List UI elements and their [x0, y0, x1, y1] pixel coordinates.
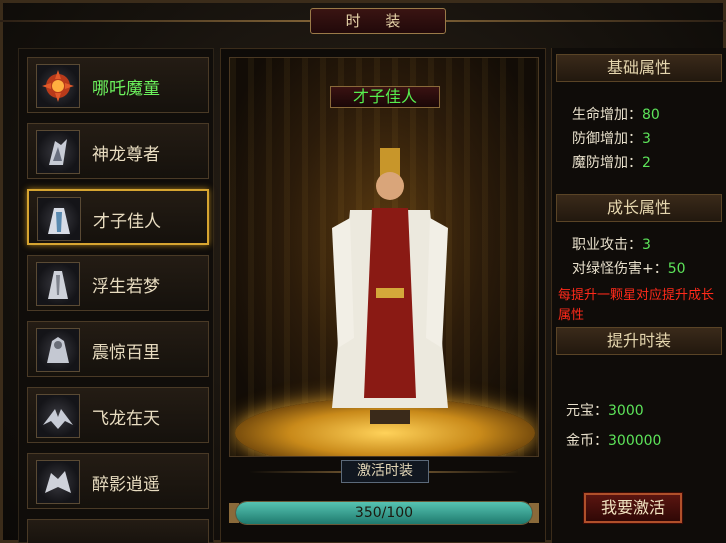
character-stage: 才子佳人: [229, 57, 539, 457]
stat-defense: 防御增加：3: [572, 131, 651, 147]
attribute-panel: 基础属性 生命增加：80 防御增加：3 魔防增加：2 成长属性 职业攻击：3 对…: [551, 48, 726, 543]
progress-bar: 350/100: [235, 501, 533, 525]
preview-panel: 才子佳人 激活时装 350/100: [220, 48, 546, 543]
stat-green-monster-damage: 对绿怪伤害+：50: [572, 261, 686, 277]
outfit-item-fusheng[interactable]: 浮生若梦: [27, 255, 209, 311]
stat-magic-defense: 魔防增加：2: [572, 155, 651, 171]
outfit-item-zhenjing[interactable]: 震惊百里: [27, 321, 209, 377]
cost-gold: 金币：300000: [566, 433, 662, 449]
stat-class-attack: 职业攻击：3: [572, 237, 651, 253]
flying-dragon-icon: [36, 394, 80, 438]
activate-bar: 激活时装: [229, 459, 539, 485]
outfit-list: 哪吒魔童 神龙尊者 才子佳人 浮生若梦 震惊百里 飞龙在天 醉影逍遥: [18, 48, 214, 543]
outfit-item-shenlong[interactable]: 神龙尊者: [27, 123, 209, 179]
outfit-item-partial[interactable]: [27, 519, 209, 543]
outfit-item-label: 震惊百里: [92, 343, 160, 363]
stat-hp: 生命增加：80: [572, 107, 660, 123]
character-figure: [332, 148, 448, 424]
upgrade-title: 提升时装: [556, 327, 722, 355]
thunder-icon: [36, 328, 80, 372]
scholar-icon: [37, 197, 81, 241]
outfit-item-label: 神龙尊者: [92, 145, 160, 165]
outfit-item-zuiying[interactable]: 醉影逍遥: [27, 453, 209, 509]
outfit-item-label: 飞龙在天: [92, 409, 160, 429]
outfit-item-label: 才子佳人: [93, 212, 161, 232]
cost-yuanbao: 元宝：3000: [566, 403, 644, 419]
outfit-item-label: 哪吒魔童: [92, 79, 160, 99]
outfit-item-label: 浮生若梦: [92, 277, 160, 297]
progress-text: 350/100: [354, 505, 414, 521]
activate-button[interactable]: 我要激活: [583, 492, 683, 524]
growth-attrs-title: 成长属性: [556, 194, 722, 222]
window-title: 时 装: [310, 8, 446, 34]
character-name: 才子佳人: [330, 86, 440, 108]
outfit-item-label: 醉影逍遥: [92, 475, 160, 495]
outfit-item-nezha[interactable]: 哪吒魔童: [27, 57, 209, 113]
outfit-item-feilong[interactable]: 飞龙在天: [27, 387, 209, 443]
growth-note: 每提升一颗星对应提升成长属性: [558, 288, 715, 323]
dream-icon: [36, 262, 80, 306]
activate-outfit-button[interactable]: 激活时装: [341, 460, 429, 483]
drunk-shadow-icon: [36, 460, 80, 504]
outfit-item-caizi[interactable]: 才子佳人: [27, 189, 209, 245]
demon-child-icon: [36, 64, 80, 108]
dragon-lord-icon: [36, 130, 80, 174]
base-attrs-title: 基础属性: [556, 54, 722, 82]
